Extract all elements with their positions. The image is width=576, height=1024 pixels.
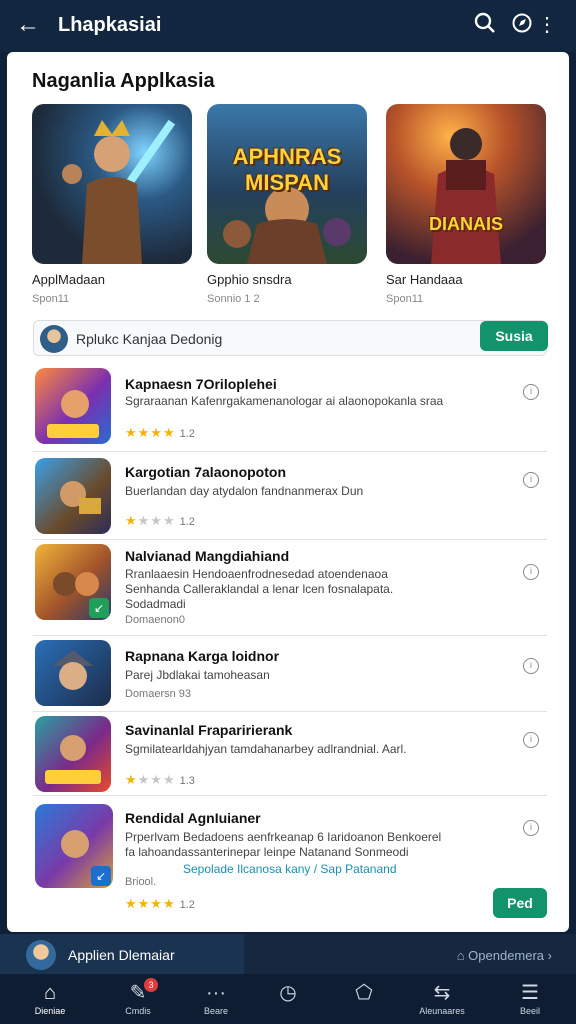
tab-home[interactable]: ⌂ Dieniae (18, 974, 82, 1024)
share-icon: ⇆ (433, 982, 451, 1004)
rating-stars: ★★★★ 1.2 (125, 896, 195, 911)
app-meta: Domaersn 93 (125, 688, 192, 700)
app-title: Savinanlal Fraparirierank (125, 722, 293, 738)
featured-artwork (32, 104, 192, 264)
home-icon: ⌂ (43, 982, 57, 1004)
dots-icon: ··· (206, 982, 226, 1004)
app-bar: ← Lhapkasiai ⋮ (0, 0, 576, 52)
list-item[interactable]: ↙ Nalvianad Mangdiahiand Rranlaaesin Hen… (33, 540, 547, 636)
featured-name: Gpphio snsdra (207, 272, 292, 287)
app-description: Buerlandan day atydalon fandnanmerax Dun (125, 484, 364, 498)
app-title: Rapnana Karga loidnor (125, 648, 280, 664)
more-vert-icon[interactable]: ⋮ (534, 12, 560, 38)
tab-label: Dieniae (34, 1006, 66, 1016)
rating-stars: ★★★★ 1.2 (125, 425, 195, 440)
tab-tag[interactable]: ⬠ (332, 974, 396, 1024)
banner-button[interactable]: Susia (480, 321, 548, 351)
banner-text: Rplukc Kanjaa Dedonig (76, 331, 223, 347)
tab-edit[interactable]: ✎ 3 Cmdis (106, 974, 170, 1024)
app-icon (35, 640, 111, 706)
featured-item[interactable]: APHNRAS MISPAN Gpphio snsdra Sonnio 1 2 (207, 104, 367, 305)
rating-value: 1.2 (179, 428, 195, 440)
app-icon (35, 458, 111, 534)
strip-label: Applien Dlemaiar (68, 947, 175, 963)
featured-overlay: DIANAIS (428, 214, 503, 234)
rating-value: 1.2 (179, 899, 195, 911)
featured-sub: Sonnio 1 2 (207, 293, 260, 305)
download-badge-icon: ↙ (89, 598, 109, 618)
rating-value: 1.3 (179, 775, 195, 787)
menu-icon: ☰ (521, 982, 539, 1004)
promo-banner[interactable]: Rplukc Kanjaa Dedonig Susia (33, 320, 548, 356)
tag-icon: ⬠ (355, 982, 373, 1004)
info-icon[interactable]: i (523, 658, 539, 674)
featured-artwork: DIANAIS (386, 104, 546, 264)
info-icon[interactable]: i (523, 472, 539, 488)
featured-item[interactable]: DIANAIS Sar Handaaa Spon11 (386, 104, 546, 305)
app-icon: ↙ (35, 544, 111, 620)
strip-right-label: Opendemera (468, 948, 545, 963)
app-icon (35, 716, 111, 792)
featured-title: Naganlia Applkasia (32, 70, 215, 92)
compass-icon: ◷ (279, 982, 297, 1004)
tab-more[interactable]: ··· Beare (184, 974, 248, 1024)
info-icon[interactable]: i (523, 564, 539, 580)
featured-sub: Spon11 (32, 293, 70, 305)
featured-name: ApplMadaan (32, 272, 105, 287)
tab-label: Aleunaares (419, 1006, 465, 1016)
featured-sub: Spon11 (386, 293, 424, 305)
list-item[interactable]: Kargotian 7alaonopoton Buerlandan day at… (33, 452, 547, 540)
rating-value: 1.2 (179, 516, 195, 528)
app-description: Rranlaaesin Hendoaenfrodnesedad atoenden… (125, 567, 394, 611)
featured-artwork: APHNRAS MISPAN (207, 104, 367, 264)
list-item[interactable]: Savinanlal Fraparirierank Sgmilatearldah… (33, 712, 547, 796)
list-item[interactable]: Rapnana Karga loidnor Parej Jbdlakai tam… (33, 636, 547, 712)
app-title: Nalvianad Mangdiahiand (125, 548, 290, 564)
avatar (26, 940, 56, 970)
tab-compass[interactable]: ◷ (256, 974, 320, 1024)
edit-icon: ✎ (129, 982, 147, 1004)
app-icon: ↙ (35, 804, 113, 888)
featured-name: Sar Handaaa (386, 272, 463, 287)
app-description: Prperlvam Bedadoens aenfrkeanap 6 Iarido… (125, 830, 442, 859)
app-icon (35, 368, 111, 444)
avatar (40, 325, 68, 353)
app-title: Rendidal AgnIuianer (125, 810, 261, 826)
arrow-left-icon[interactable]: ← (16, 12, 40, 38)
tab-share[interactable]: ⇆ Aleunaares (410, 974, 474, 1024)
search-icon[interactable] (472, 12, 498, 38)
app-title: Kargotian 7alaonopoton (125, 464, 286, 480)
list-item[interactable]: ↙ Rendidal AgnIuianer Prperlvam Bedadoen… (33, 796, 547, 924)
strip-pill: Applien Dlemaiar (0, 934, 244, 974)
rating-stars: ★★★★ 1.2 (125, 513, 195, 528)
app-title: Kapnaesn 7Oriloplehei (125, 376, 277, 392)
rating-stars: ★★★★ 1.3 (125, 772, 195, 787)
info-icon[interactable]: i (523, 820, 539, 836)
download-badge-icon: ↙ (91, 866, 111, 886)
tab-label: Beare (203, 1006, 229, 1016)
app-description: Parej Jbdlakai tamoheasan (125, 668, 270, 682)
now-playing-strip[interactable]: Applien Dlemaiar ⌂ Opendemera › (0, 934, 576, 974)
info-icon[interactable]: i (523, 384, 539, 400)
app-link[interactable]: Sepolade Ilcanosa kany / Sap Patanand (183, 862, 503, 877)
bottom-nav: ⌂ Dieniae ✎ 3 Cmdis ··· Beare ◷ ⬠ ⇆ Aleu… (0, 974, 576, 1024)
tab-label: Cmdis (125, 1006, 151, 1016)
app-description: Sgraraanan Kafenrgakamenanologar ai alao… (125, 394, 444, 408)
featured-item[interactable]: ApplMadaan Spon11 (32, 104, 192, 305)
content-card: Naganlia Applkasia ApplMadaan Spon11 APH… (7, 52, 569, 932)
app-meta: Briool. (125, 876, 157, 888)
strip-right-link[interactable]: ⌂ Opendemera › (457, 948, 552, 963)
list-item[interactable]: Kapnaesn 7Oriloplehei Sgraraanan Kafenrg… (33, 364, 547, 452)
featured-overlay: APHNRAS MISPAN (232, 144, 342, 195)
app-title: Lhapkasiai (58, 14, 162, 36)
app-meta: Domaenon0 (125, 614, 185, 626)
tab-menu[interactable]: ☰ Beeil (498, 974, 562, 1024)
notification-badge: 3 (144, 978, 158, 992)
info-icon[interactable]: i (523, 732, 539, 748)
compass-icon[interactable] (509, 12, 535, 38)
install-button[interactable]: Ped (493, 888, 547, 918)
app-description: Sgmilatearldahjyan tamdahanarbey adlrand… (125, 742, 407, 756)
tab-label: Beeil (519, 1006, 540, 1016)
